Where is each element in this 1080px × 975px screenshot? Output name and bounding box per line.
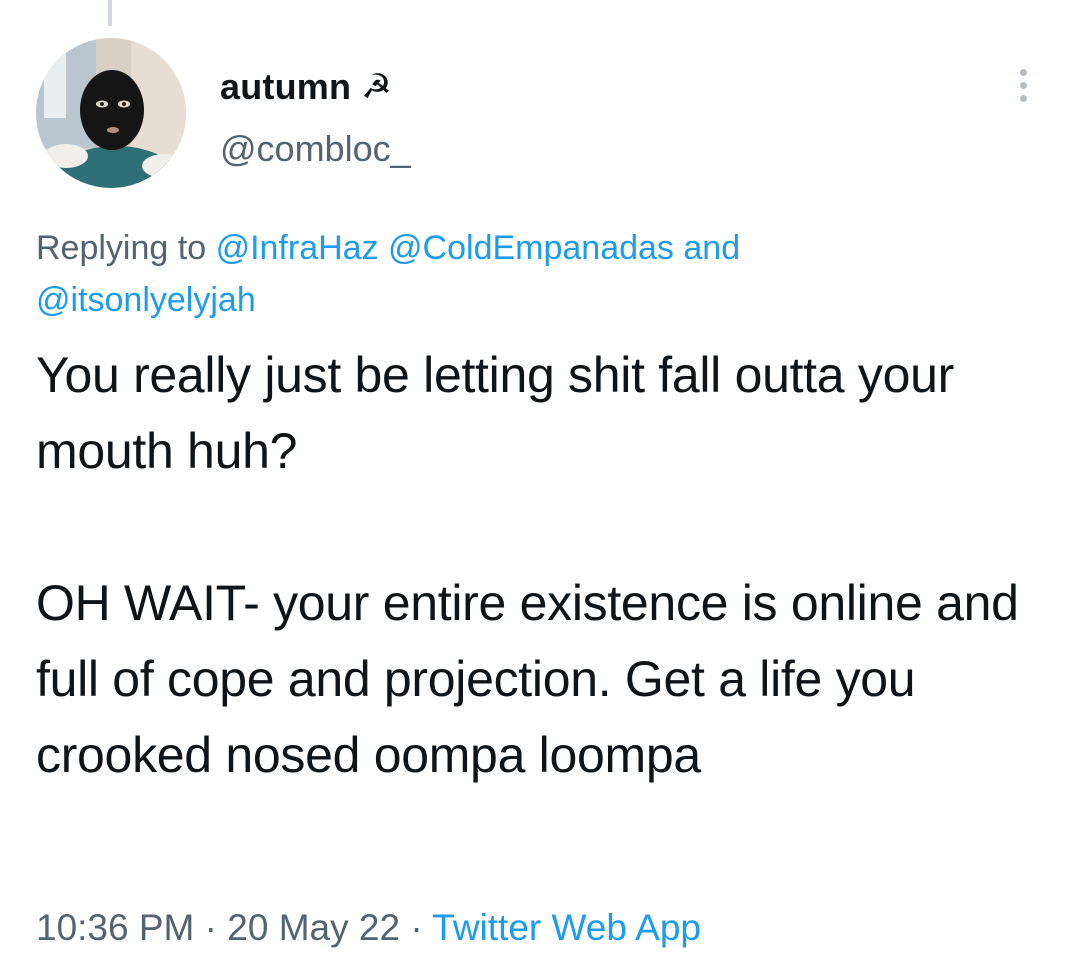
more-options-icon [1019, 94, 1027, 102]
tweet-time[interactable]: 10:36 PM [36, 907, 194, 948]
thread-connector-line [108, 0, 112, 26]
hammer-sickle-icon: ☭ [361, 67, 392, 107]
tweet-paragraph: OH WAIT- your entire existence is online… [36, 575, 1019, 783]
meta-separator: · [410, 907, 423, 948]
tweet-metadata: 10:36 PM · 20 May 22 · Twitter Web App [36, 903, 701, 953]
avatar-balaclava-icon [36, 38, 186, 188]
author-handle[interactable]: @combloc_ [220, 128, 411, 170]
tweet-paragraph: You really just be letting shit fall out… [36, 347, 954, 479]
mention-link[interactable]: @InfraHaz [216, 229, 379, 267]
mention-link[interactable]: @ColdEmpanadas [388, 229, 674, 267]
tweet-date[interactable]: 20 May 22 [227, 907, 400, 948]
reply-prefix: Replying to [36, 229, 207, 267]
reply-context: Replying to @InfraHaz @ColdEmpanadas and… [36, 222, 1046, 326]
meta-separator: · [204, 907, 217, 948]
mention-and-others-link[interactable]: and [683, 229, 740, 267]
tweet-source-link[interactable]: Twitter Web App [432, 907, 701, 948]
author-name-row[interactable]: autumn ☭ [220, 64, 392, 110]
more-options-icon [1019, 68, 1027, 76]
author-display-name[interactable]: autumn [220, 66, 351, 108]
more-options-icon [1019, 81, 1027, 89]
mention-link[interactable]: @itsonlyelyjah [36, 281, 256, 319]
more-options-button[interactable] [1008, 62, 1038, 108]
tweet-text: You really just be letting shit fall out… [36, 337, 1046, 793]
avatar[interactable] [36, 38, 186, 188]
